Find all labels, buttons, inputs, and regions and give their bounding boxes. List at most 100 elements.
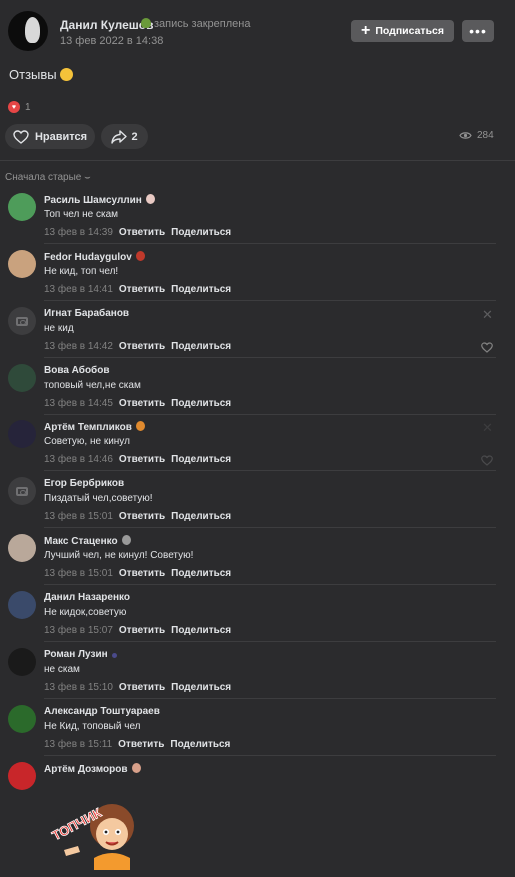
commenter-avatar[interactable] — [8, 477, 36, 505]
comment-time[interactable]: 13 фев в 15:10 — [44, 682, 113, 693]
comment-time[interactable]: 13 фев в 14:42 — [44, 341, 113, 352]
commenter-avatar[interactable] — [8, 193, 36, 221]
comment-text: не скам — [44, 664, 80, 675]
commenter-name[interactable]: Расиль Шамсуллин — [44, 194, 155, 206]
views-counter: 284 — [459, 130, 494, 141]
comment-time[interactable]: 13 фев в 14:41 — [44, 284, 113, 295]
like-button[interactable]: Нравится — [5, 124, 95, 149]
commenter-avatar[interactable] — [8, 534, 36, 562]
commenter-avatar[interactable] — [8, 307, 36, 335]
share-count: 2 — [131, 130, 138, 143]
comment-share-button[interactable]: Поделиться — [171, 682, 231, 693]
heart-outline-icon[interactable] — [481, 342, 493, 353]
comment-meta: 13 фев в 15:11 Ответить Поделиться — [44, 739, 230, 750]
commenter-name[interactable]: Fedor Hudaygulov — [44, 251, 145, 263]
reply-button[interactable]: Ответить — [119, 625, 165, 636]
bear-emoji-icon — [135, 421, 145, 431]
views-count: 284 — [477, 130, 494, 141]
comment-share-button[interactable]: Поделиться — [170, 739, 230, 750]
commenter-avatar[interactable] — [8, 705, 36, 733]
reply-button[interactable]: Ответить — [119, 341, 165, 352]
commenter-avatar[interactable] — [8, 250, 36, 278]
commenter-name[interactable]: Егор Бербриков — [44, 478, 124, 489]
status-emoji-icon — [135, 251, 145, 261]
reply-button[interactable]: Ответить — [118, 739, 164, 750]
commenter-name-text: Артём Дозморов — [44, 764, 128, 775]
author-name[interactable]: Данил Кулешов — [60, 18, 154, 32]
comment-share-button[interactable]: Поделиться — [171, 398, 231, 409]
commenter-avatar[interactable] — [8, 364, 36, 392]
reply-button[interactable]: Ответить — [119, 568, 165, 579]
comment-share-button[interactable]: Поделиться — [171, 227, 231, 238]
like-label: Нравится — [34, 130, 88, 143]
comment-time[interactable]: 13 фев в 15:01 — [44, 511, 113, 522]
commenter-avatar[interactable] — [8, 648, 36, 676]
reply-button[interactable]: Ответить — [119, 227, 165, 238]
more-button[interactable]: ••• — [462, 20, 494, 42]
comment-meta: 13 фев в 15:07 Ответить Поделиться — [44, 625, 231, 636]
comment-time[interactable]: 13 фев в 15:07 — [44, 625, 113, 636]
comment-divider — [44, 698, 496, 699]
post-date[interactable]: 13 фев 2022 в 14:38 — [60, 35, 163, 47]
comment-divider — [44, 755, 496, 756]
post-text: Отзывы — [9, 67, 73, 82]
reply-button[interactable]: Ответить — [119, 682, 165, 693]
subscribe-label: Подписаться — [375, 25, 444, 37]
commenter-name-text: Роман Лузин — [44, 649, 108, 660]
commenter-avatar[interactable] — [8, 591, 36, 619]
more-icon: ••• — [469, 23, 487, 39]
commenter-name[interactable]: Александр Тоштуараев — [44, 706, 160, 717]
topchik-sticker[interactable]: ТОПЧИК — [44, 790, 142, 870]
close-icon[interactable]: ✕ — [482, 307, 493, 323]
commenter-name[interactable]: Вова Абобов — [44, 365, 110, 376]
commenter-name[interactable]: Данил Назаренко — [44, 592, 130, 603]
comment-share-button[interactable]: Поделиться — [171, 284, 231, 295]
commenter-name[interactable]: Роман Лузин — [44, 649, 117, 660]
comment-text: Пиздатый чел,советую! — [44, 493, 153, 504]
status-emoji-icon — [131, 763, 141, 773]
comment-meta: 13 фев в 14:45 Ответить Поделиться — [44, 398, 231, 409]
comment-divider — [44, 641, 496, 642]
commenter-name[interactable]: Игнат Барабанов — [44, 308, 129, 319]
commenter-name-text: Александр Тоштуараев — [44, 706, 160, 717]
heart-reaction-icon: ♥ — [8, 101, 20, 113]
share-button[interactable]: 2 — [101, 124, 148, 149]
comment-text: топовый чел,не скам — [44, 380, 141, 391]
comment-time[interactable]: 13 фев в 14:45 — [44, 398, 113, 409]
reply-button[interactable]: Ответить — [119, 511, 165, 522]
comment-time[interactable]: 13 фев в 15:01 — [44, 568, 113, 579]
reply-button[interactable]: Ответить — [119, 284, 165, 295]
comment-share-button[interactable]: Поделиться — [171, 341, 231, 352]
pin-note-text: запись закреплена — [154, 18, 251, 30]
comment-share-button[interactable]: Поделиться — [171, 568, 231, 579]
reaction-summary[interactable]: ♥ 1 — [8, 101, 31, 113]
commenter-name-text: Артём Темпликов — [44, 422, 132, 433]
comment-time[interactable]: 13 фев в 15:11 — [44, 739, 112, 750]
reply-button[interactable]: Ответить — [119, 398, 165, 409]
comment-time[interactable]: 13 фев в 14:39 — [44, 227, 113, 238]
comment-divider — [44, 584, 496, 585]
comment-share-button[interactable]: Поделиться — [171, 454, 231, 465]
commenter-name[interactable]: Артём Темпликов — [44, 421, 145, 433]
author-avatar[interactable] — [8, 11, 48, 51]
heart-outline-icon[interactable] — [481, 455, 493, 466]
status-emoji-icon — [111, 653, 117, 658]
eye-icon — [459, 132, 472, 139]
commenter-name[interactable]: Артём Дозморов — [44, 763, 141, 775]
close-icon[interactable]: ✕ — [482, 420, 493, 436]
commenter-avatar[interactable] — [8, 420, 36, 448]
comment-share-button[interactable]: Поделиться — [171, 625, 231, 636]
pin-note: запись закреплена — [141, 18, 250, 30]
reaction-count: 1 — [25, 101, 31, 113]
commenter-avatar[interactable] — [8, 762, 36, 790]
sort-dropdown[interactable]: Сначала старые ⌣ — [5, 172, 91, 183]
comment-text: Не Кид, топовый чел — [44, 721, 141, 732]
sort-label: Сначала старые — [5, 172, 82, 183]
comment-meta: 13 фев в 15:01 Ответить Поделиться — [44, 511, 231, 522]
comment-time[interactable]: 13 фев в 14:46 — [44, 454, 113, 465]
reply-button[interactable]: Ответить — [119, 454, 165, 465]
commenter-name[interactable]: Макс Стаценко — [44, 535, 131, 547]
subscribe-button[interactable]: + Подписаться — [351, 20, 454, 42]
comment-share-button[interactable]: Поделиться — [171, 511, 231, 522]
plant-icon — [141, 18, 151, 28]
